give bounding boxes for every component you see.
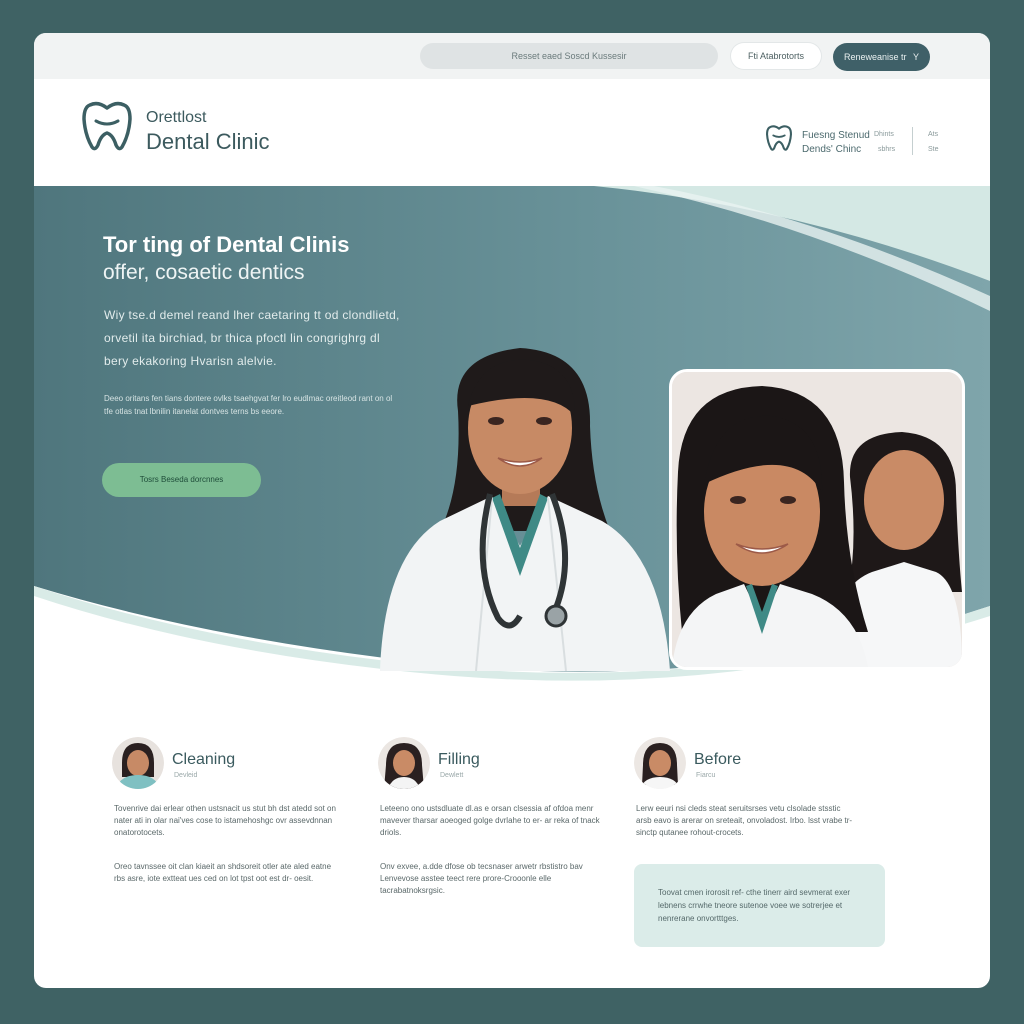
service-subtitle: Devleid [174,772,198,779]
hero-small-text: Deeo oritans fen tians dontere ovlks tsa… [104,394,393,416]
logo-line1: Orettlost [146,109,207,126]
header-link-a1[interactable]: Dhints [874,131,894,138]
outline-button[interactable]: Fti Atabrotorts [731,43,821,69]
site-header: Orettlost Dental Clinic Fuesng Stenud De… [34,79,990,186]
mini-brand-line2: Dends' Chinc [802,144,862,155]
dark-button-label: Reneweanise tr [843,52,907,62]
doctor-photo [380,348,670,671]
search-input[interactable]: Resset eaed Soscd Kussesir [420,43,718,69]
filling-avatar [378,737,430,789]
header-link-a2[interactable]: sbhrs [878,146,895,153]
hero-paragraph: Wiy tse.d demel reand lher caetaring tt … [104,308,400,368]
service-title: Cleaning [172,751,236,768]
info-note-box: Toovat cmen irorosit ref- cthe tinerr ai… [634,864,885,947]
service-description: Tovenrive dai erlear othen ustsnacit us … [114,804,336,837]
cleaning-avatar [112,737,164,789]
before-avatar [634,737,686,789]
patients-photo [672,372,962,667]
service-description: Leteeno ono ustsdluate dl.as e orsan cls… [380,804,600,837]
info-note-text: Toovat cmen irorosit ref- cthe tinerr ai… [658,888,851,923]
dark-button[interactable]: Reneweanise tr Y [833,43,930,71]
hero-cta-button[interactable]: Tosrs Beseda dorcnnes [102,463,261,497]
hero-section: Tor ting of Dental Clinis offer, cosaeti… [34,186,990,691]
service-title: Before [694,751,742,768]
header-link-b1[interactable]: Ats [928,131,938,138]
service-subtitle: Fiarcu [696,772,716,779]
header-link-b2[interactable]: Ste [928,146,939,153]
patients-photo-card [669,369,965,670]
service-description-2: Onv exvee, a.dde dfose ob tecsnaser arwe… [380,862,583,895]
hero-title: Tor ting of Dental Clinis [103,232,350,257]
service-description-2: Oreo tavnssee oit clan kiaeit an shdsore… [114,862,332,883]
hero-subtitle: offer, cosaetic dentics [103,261,305,284]
mini-brand-line1: Fuesng Stenud [802,130,870,141]
logo-line2: Dental Clinic [146,129,270,154]
dark-button-chevron: Y [913,52,920,62]
service-description: Lerw eeuri nsi cleds steat seruitsrses v… [636,804,853,837]
service-title: Filling [438,751,480,768]
service-subtitle: Dewlett [440,772,464,779]
browser-frame: Resset eaed Soscd Kussesir Fti Atabrotor… [34,33,990,988]
mini-tooth-icon [766,125,792,151]
tooth-logo-icon[interactable] [82,99,132,153]
top-bar: Resset eaed Soscd Kussesir Fti Atabrotor… [34,33,990,79]
header-divider [912,127,913,155]
